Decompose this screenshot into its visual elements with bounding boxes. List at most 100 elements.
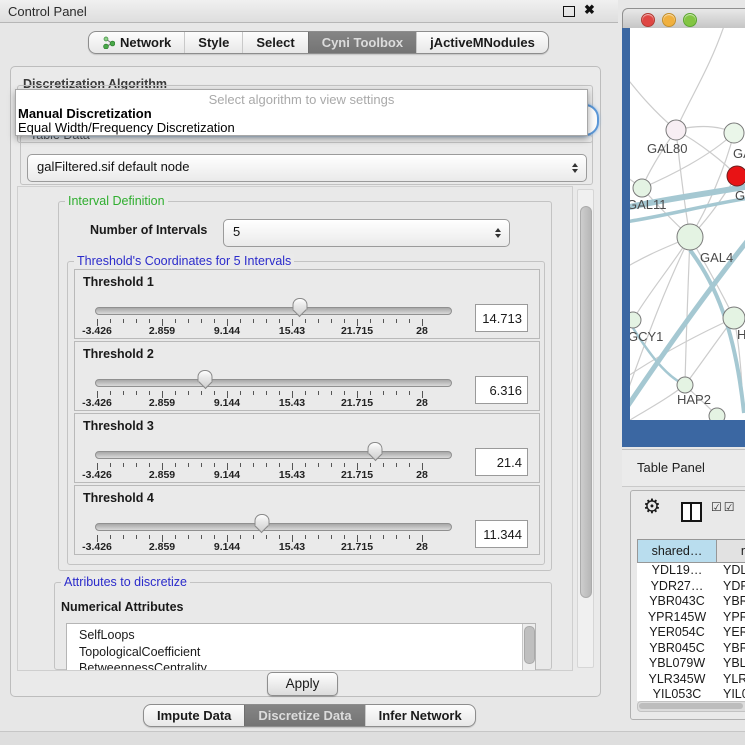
tick-label: 9.144 — [214, 397, 240, 409]
network-node-h-partial[interactable] — [723, 307, 745, 329]
table-data-combo[interactable]: galFiltered.sif default node — [27, 154, 587, 182]
tab-cyni-toolbox[interactable]: Cyni Toolbox — [308, 32, 416, 53]
slider-handle[interactable] — [254, 514, 269, 534]
attribute-item[interactable]: SelfLoops — [67, 627, 535, 644]
cell-shared-name[interactable]: YLR345W — [637, 672, 717, 686]
column-header-name[interactable]: name — [717, 539, 745, 563]
apply-button[interactable]: Apply — [267, 672, 338, 696]
tab-label: Cyni Toolbox — [322, 35, 403, 50]
threshold-value-field[interactable]: 6.316 — [475, 376, 528, 404]
threshold-label: Threshold 3 — [83, 419, 154, 433]
cell-name[interactable]: YBR04 — [717, 594, 745, 608]
list-scrollbar[interactable] — [522, 624, 535, 671]
table-row[interactable]: YER054CYER05 — [637, 625, 745, 641]
network-edge[interactable] — [630, 76, 676, 130]
tick-label: 2.859 — [149, 397, 175, 409]
tab-impute-data[interactable]: Impute Data — [144, 705, 244, 726]
tab-network[interactable]: Network — [89, 32, 184, 53]
network-edge[interactable] — [690, 133, 734, 237]
table-row[interactable]: YBL079WYBL07 — [637, 656, 745, 672]
float-window-icon[interactable] — [563, 6, 575, 17]
slider-ticks — [75, 319, 539, 327]
panel-scrollbar[interactable] — [577, 189, 594, 668]
node-table[interactable]: shared… name YDL19…YDL19YDR27…YDR27YBR04… — [637, 539, 745, 701]
threshold-value-field[interactable]: 11.344 — [475, 520, 528, 548]
network-window-titlebar[interactable] — [622, 8, 745, 30]
tick-label: 9.144 — [214, 469, 240, 481]
network-node-gal4[interactable] — [677, 224, 703, 250]
slider-track[interactable] — [95, 523, 452, 531]
tab-select[interactable]: Select — [242, 32, 307, 53]
cell-shared-name[interactable]: YDL19… — [637, 563, 717, 577]
network-edge[interactable] — [676, 28, 725, 130]
panel-scrollbar-thumb[interactable] — [580, 206, 592, 598]
numerical-attributes-list[interactable]: SelfLoopsTopologicalCoefficientBetweenne… — [66, 623, 536, 671]
cell-name[interactable]: YER05 — [717, 625, 745, 639]
table-row[interactable]: YDR27…YDR27 — [637, 579, 745, 595]
table-row[interactable]: YLR345WYLR34 — [637, 672, 745, 688]
algorithm-placeholder: Select algorithm to view settings — [16, 92, 587, 107]
tab-infer-network[interactable]: Infer Network — [365, 705, 475, 726]
slider-handle[interactable] — [292, 298, 307, 318]
tab-label: Style — [198, 35, 229, 50]
tick-label: 2.859 — [149, 325, 175, 337]
minimize-traffic-light-icon[interactable] — [662, 13, 676, 27]
network-canvas[interactable]: GAL80GAGGAL11GAL4GCY1HHAP2 — [630, 28, 745, 420]
cell-shared-name[interactable]: YIL053C — [637, 687, 717, 701]
cell-name[interactable]: YPR14 — [717, 610, 745, 624]
cell-name[interactable]: YBL07 — [717, 656, 745, 670]
cell-shared-name[interactable]: YBR045C — [637, 641, 717, 655]
slider-handle[interactable] — [368, 442, 383, 462]
tick-label: 21.715 — [341, 541, 373, 553]
node-label: GA — [733, 146, 745, 161]
algorithm-option[interactable]: Manual Discretization — [18, 106, 152, 121]
cell-name[interactable]: YLR34 — [717, 672, 745, 686]
cell-name[interactable]: YIL05 — [717, 687, 745, 701]
network-node-gcy1[interactable] — [630, 312, 641, 328]
tab-jactivemnodules[interactable]: jActiveMNodules — [416, 32, 548, 53]
network-node-gal11[interactable] — [633, 179, 651, 197]
close-traffic-light-icon[interactable] — [641, 13, 655, 27]
threshold-value-field[interactable]: 14.713 — [475, 304, 528, 332]
zoom-traffic-light-icon[interactable] — [683, 13, 697, 27]
cell-name[interactable]: YDR27 — [717, 579, 745, 593]
column-header-shared-name[interactable]: shared… — [637, 539, 717, 563]
thresholds-group: Threshold's Coordinates for 5 Intervals … — [67, 261, 545, 565]
cell-shared-name[interactable]: YBR043C — [637, 594, 717, 608]
close-icon[interactable]: ✖ — [584, 2, 595, 18]
network-node-gal80[interactable] — [666, 120, 686, 140]
gear-icon[interactable]: ⚙ — [643, 494, 661, 519]
slider-track[interactable] — [95, 307, 452, 315]
slider-track[interactable] — [95, 379, 452, 387]
slider-handle[interactable] — [198, 370, 213, 390]
tick-label: 15.43 — [279, 541, 305, 553]
cell-shared-name[interactable]: YBL079W — [637, 656, 717, 670]
tab-style[interactable]: Style — [184, 32, 242, 53]
checkbox-icons[interactable]: ☑☑ — [711, 500, 737, 514]
tab-label: Infer Network — [379, 708, 462, 723]
table-row[interactable]: YDL19…YDL19 — [637, 563, 745, 579]
attribute-item[interactable]: BetweennessCentrality — [67, 660, 535, 671]
cell-name[interactable]: YBR04 — [717, 641, 745, 655]
table-row[interactable]: YBR045CYBR04 — [637, 641, 745, 657]
network-edge[interactable] — [685, 237, 690, 385]
threshold-value-field[interactable]: 21.4 — [475, 448, 528, 476]
network-node-red-node[interactable] — [727, 166, 745, 186]
network-node-g-partial-top[interactable] — [724, 123, 744, 143]
network-node-hap2[interactable] — [677, 377, 693, 393]
cell-shared-name[interactable]: YPR145W — [637, 610, 717, 624]
cell-shared-name[interactable]: YDR27… — [637, 579, 717, 593]
table-row[interactable]: YBR043CYBR04 — [637, 594, 745, 610]
algorithm-option[interactable]: Equal Width/Frequency Discretization — [18, 120, 235, 135]
network-node-bottom-partial[interactable] — [709, 408, 725, 420]
node-label: GAL80 — [647, 141, 687, 156]
columns-icon[interactable] — [681, 502, 702, 522]
attribute-item[interactable]: TopologicalCoefficient — [67, 644, 535, 661]
tab-discretize-data[interactable]: Discretize Data — [244, 705, 364, 726]
cell-name[interactable]: YDL19 — [717, 563, 745, 577]
table-row[interactable]: YPR145WYPR14 — [637, 610, 745, 626]
table-hscrollbar[interactable] — [637, 701, 745, 712]
cell-shared-name[interactable]: YER054C — [637, 625, 717, 639]
num-intervals-combo[interactable]: 5 — [223, 219, 510, 247]
slider-track[interactable] — [95, 451, 452, 459]
